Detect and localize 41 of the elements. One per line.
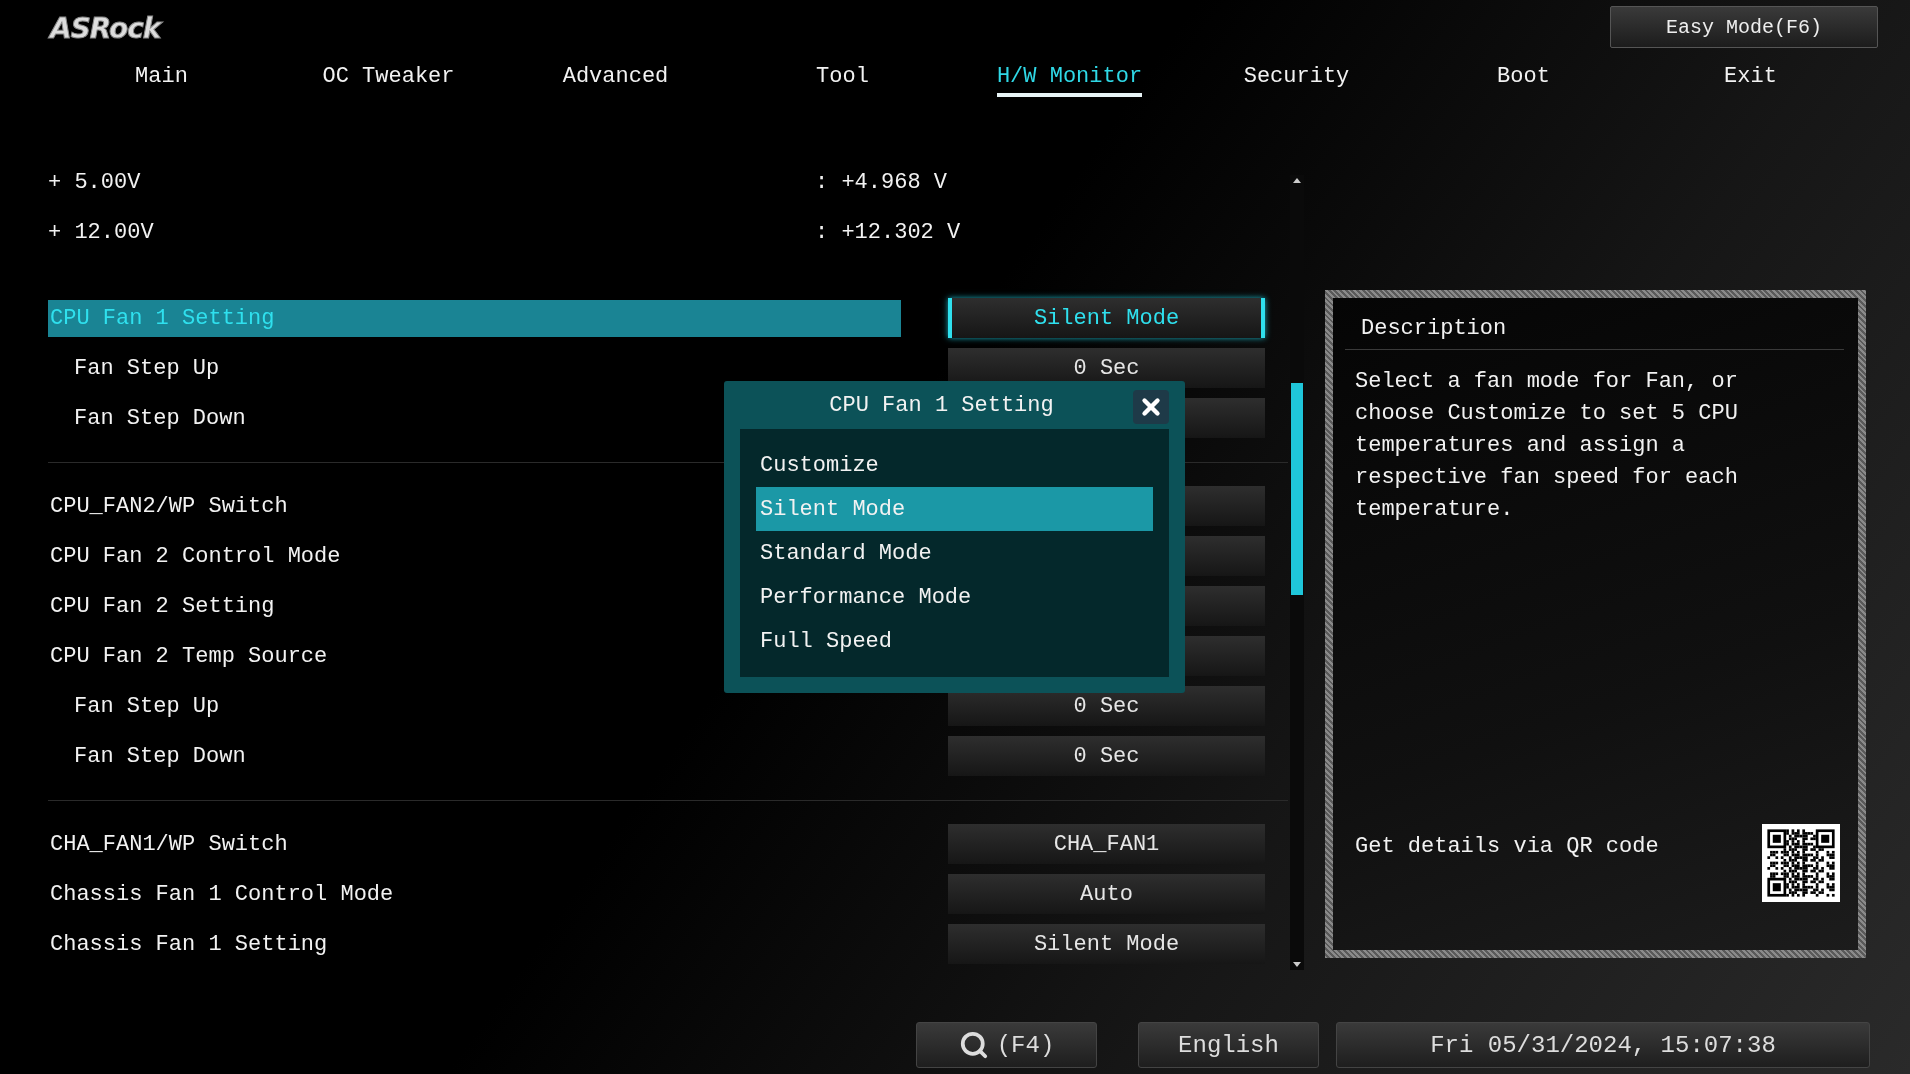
date-time: Fri 05/31/2024, 15:07:38: [1336, 1022, 1870, 1068]
setting-item[interactable]: Fan Step Down: [48, 737, 901, 775]
menu-tab[interactable]: Tool: [816, 56, 869, 97]
search-icon: [958, 1030, 989, 1060]
close-button[interactable]: [1133, 390, 1169, 424]
easy-mode-button[interactable]: Easy Mode(F6): [1610, 6, 1878, 48]
voltage-label: + 12.00V: [48, 219, 155, 245]
language-button[interactable]: English: [1138, 1022, 1319, 1068]
description-text: Select a fan mode for Fan, or choose Customize to set 5 CPU temperatures and assign a respective fan speed for each temperature.: [1355, 368, 1739, 524]
setting-value-box[interactable]: Silent Mode: [948, 298, 1265, 338]
menu-tab[interactable]: Boot: [1497, 56, 1550, 97]
logo: ASRock: [50, 12, 161, 45]
scroll-thumb[interactable]: [1291, 383, 1303, 595]
setting-item[interactable]: Chassis Fan 1 Setting: [48, 925, 901, 963]
search-button[interactable]: (F4): [916, 1022, 1097, 1068]
setting-item[interactable]: CHA_FAN1/WP Switch: [48, 825, 901, 863]
menu-tab[interactable]: Exit: [1724, 56, 1777, 97]
setting-item[interactable]: Chassis Fan 1 Control Mode: [48, 875, 901, 913]
setting-value-box[interactable]: Auto: [948, 874, 1265, 914]
menu-tab[interactable]: Advanced: [562, 56, 669, 97]
description-title: Description: [1345, 298, 1844, 350]
setting-value-box[interactable]: 0 Sec: [948, 736, 1265, 776]
menu-tab[interactable]: Main: [135, 56, 188, 97]
popup-option[interactable]: Standard Mode: [756, 531, 1153, 575]
qr-label: Get details via QR code: [1355, 834, 1659, 859]
setting-value-box[interactable]: Silent Mode: [948, 924, 1265, 964]
setting-item[interactable]: Fan Step Up: [48, 687, 901, 725]
qr-code-icon: [1762, 824, 1840, 902]
setting-value-box[interactable]: CHA_FAN1: [948, 824, 1265, 864]
menu-tab[interactable]: OC Tweaker: [322, 56, 455, 97]
menu-tab[interactable]: Security: [1243, 56, 1350, 97]
popup-option[interactable]: Customize: [756, 443, 1153, 487]
voltage-reading: : +12.302 V: [815, 219, 961, 245]
menu-tab[interactable]: H/W Monitor: [996, 56, 1143, 97]
popup-title: CPU Fan 1 Setting: [829, 392, 1054, 418]
voltage-reading: : +4.968 V: [815, 169, 948, 195]
popup-option[interactable]: Performance Mode: [756, 575, 1153, 619]
scrollbar[interactable]: [1290, 175, 1304, 970]
setting-item[interactable]: Fan Step Up: [48, 349, 901, 387]
popup-option[interactable]: Full Speed: [756, 619, 1153, 663]
voltage-label: + 5.00V: [48, 169, 142, 195]
